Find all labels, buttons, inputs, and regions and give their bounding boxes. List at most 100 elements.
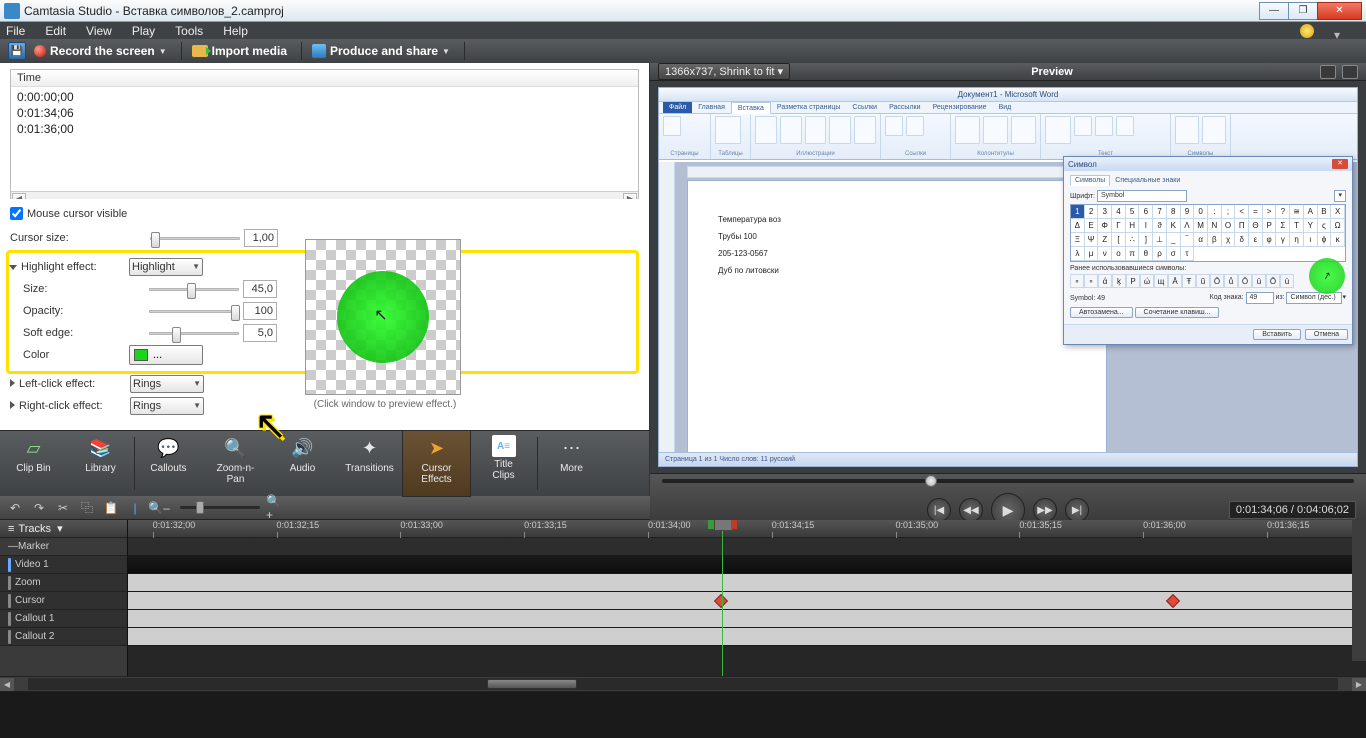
cursor-size-slider[interactable] [150, 237, 240, 240]
leftclick-select[interactable]: Rings▼ [130, 375, 204, 393]
opacity-value[interactable]: 100 [243, 302, 277, 320]
minimize-button[interactable]: — [1259, 2, 1289, 20]
tab-zoom[interactable]: 🔍Zoom-n-Pan [202, 431, 269, 496]
prev-frame-button[interactable]: |◀ [927, 498, 951, 522]
time-row[interactable]: 0:00:00;00 [11, 89, 638, 105]
fullscreen-icon[interactable] [1342, 65, 1358, 79]
softedge-value[interactable]: 5,0 [243, 324, 277, 342]
cursor-track[interactable] [128, 592, 1366, 610]
scrub-thumb[interactable] [925, 475, 937, 487]
video-track[interactable] [128, 556, 1366, 574]
symbol-grid: 1234567890:;<=>?≅ΑΒΧΔΕΦΓΗΙϑΚΛΜΝΟΠΘΡΣΤΥςΩ… [1070, 204, 1346, 262]
tab-transitions[interactable]: ✦Transitions [336, 431, 403, 496]
cursor-size-value[interactable]: 1,00 [244, 229, 278, 247]
hscroll-thumb[interactable] [487, 679, 577, 689]
size-slider[interactable] [149, 288, 239, 291]
main-toolbar: 💾 Record the screen ▼ Import media Produ… [0, 39, 1366, 63]
preview-zoom-select[interactable]: 1366x737, Shrink to fit ▾ [658, 63, 790, 80]
menu-view[interactable]: View [86, 24, 112, 38]
zoom-in-button[interactable]: 🔍+ [266, 499, 284, 517]
track-video1[interactable]: Video 1 [0, 556, 127, 574]
size-value[interactable]: 45,0 [243, 280, 277, 298]
redo-button[interactable]: ↷ [30, 499, 48, 517]
rewind-button[interactable]: ◀◀ [959, 498, 983, 522]
menu-help[interactable]: Help [223, 24, 248, 38]
copy-button[interactable]: ⿻ [78, 499, 96, 517]
hscroll-track[interactable] [28, 678, 1338, 690]
track-zoom[interactable]: Zoom [0, 574, 127, 592]
time-row[interactable]: 0:01:36;00 [11, 121, 638, 137]
highlight-select[interactable]: Highlight▼ [129, 258, 203, 276]
keyframe[interactable] [714, 594, 728, 608]
callout2-track[interactable] [128, 628, 1366, 646]
color-button[interactable]: ... [129, 345, 203, 365]
tracks-header[interactable]: ≡Tracks ▾ [0, 520, 127, 538]
timeline-ruler[interactable]: 0:01:32;000:01:32;150:01:33;000:01:33;15… [128, 520, 1366, 538]
hscroll-left[interactable]: ◀ [0, 678, 14, 691]
hint-dropdown[interactable]: ▾ [1334, 28, 1340, 34]
opacity-slider[interactable] [149, 310, 239, 313]
app-icon [4, 3, 20, 19]
track-callout2[interactable]: Callout 2 [0, 628, 127, 646]
hscroll-right[interactable]: ▶ [1352, 678, 1366, 691]
record-label: Record the screen [50, 44, 155, 58]
time-row[interactable]: 0:01:34;06 [11, 105, 638, 121]
word-status: Страница 1 из 1 Число слов: 11 русский [659, 452, 1357, 466]
import-button[interactable]: Import media [192, 44, 287, 58]
tab-library[interactable]: 📚Library [67, 431, 134, 496]
track-marker[interactable]: — Marker [0, 538, 127, 556]
scrub-track[interactable] [662, 479, 1354, 483]
playback-bar: |◀ ◀◀ ▶ ▶▶ ▶| 0:01:34;06 / 0:04:06;02 [650, 473, 1366, 527]
undo-button[interactable]: ↶ [6, 499, 24, 517]
next-frame-button[interactable]: ▶| [1065, 498, 1089, 522]
playhead[interactable] [722, 520, 723, 676]
tab-audio[interactable]: 🔊Audio [269, 431, 336, 496]
forward-button[interactable]: ▶▶ [1033, 498, 1057, 522]
softedge-label: Soft edge: [9, 327, 129, 339]
menu-file[interactable]: File [6, 24, 25, 38]
keyframe[interactable] [1166, 594, 1180, 608]
zoom-slider[interactable] [180, 506, 260, 509]
hint-icon[interactable] [1300, 24, 1314, 38]
marker-track[interactable] [128, 538, 1366, 556]
cursor-effects-panel: Mouse cursor visible Cursor size: 1,00 H… [0, 199, 649, 430]
preview-content[interactable]: Документ1 - Microsoft Word Файл Главная … [658, 87, 1358, 467]
save-button[interactable]: 💾 [8, 42, 26, 60]
softedge-slider[interactable] [149, 332, 239, 335]
tab-more[interactable]: ⋯More [538, 431, 605, 496]
menu-edit[interactable]: Edit [45, 24, 66, 38]
menu-tools[interactable]: Tools [175, 24, 203, 38]
zoom-track[interactable] [128, 574, 1366, 592]
tab-callouts[interactable]: 💬Callouts [135, 431, 202, 496]
maximize-button[interactable]: ❐ [1288, 2, 1318, 20]
import-label: Import media [212, 44, 287, 58]
menu-play[interactable]: Play [132, 24, 155, 38]
preview-cursor-highlight [1309, 258, 1345, 294]
detach-icon[interactable] [1320, 65, 1336, 79]
menubar: File Edit View Play Tools Help ▾ [0, 22, 1366, 39]
callout1-track[interactable] [128, 610, 1366, 628]
tab-title[interactable]: A≡TitleClips [470, 431, 537, 496]
close-button[interactable]: ✕ [1317, 2, 1362, 20]
split-button[interactable]: | [126, 499, 144, 517]
cut-button[interactable]: ✂ [54, 499, 72, 517]
symbol-close: ✕ [1332, 159, 1348, 169]
tab-cursor-effects[interactable]: ➤CursorEffects [403, 431, 470, 496]
tab-clipbin[interactable]: ▱Clip Bin [0, 431, 67, 496]
mouse-visible-checkbox[interactable]: Mouse cursor visible [10, 207, 639, 220]
effect-preview[interactable]: ↖ [305, 239, 461, 395]
zoom-out-button[interactable]: 🔍– [150, 499, 168, 517]
highlight-label: Highlight effect: [9, 261, 129, 273]
track-cursor[interactable]: Cursor [0, 592, 127, 610]
size-label: Size: [9, 283, 129, 295]
rightclick-select[interactable]: Rings▼ [130, 397, 204, 415]
paste-button[interactable]: 📋 [102, 499, 120, 517]
time-header[interactable]: Time [11, 70, 638, 87]
track-callout1[interactable]: Callout 1 [0, 610, 127, 628]
record-button[interactable]: Record the screen ▼ [34, 44, 167, 58]
produce-button[interactable]: Produce and share ▼ [312, 44, 450, 58]
symbol-cancel: Отмена [1305, 329, 1348, 340]
record-icon [34, 45, 46, 57]
timeline-vscroll[interactable] [1352, 520, 1366, 661]
time-list: Time 0:00:00;00 0:01:34;06 0:01:36;00 ◀ … [10, 69, 639, 199]
